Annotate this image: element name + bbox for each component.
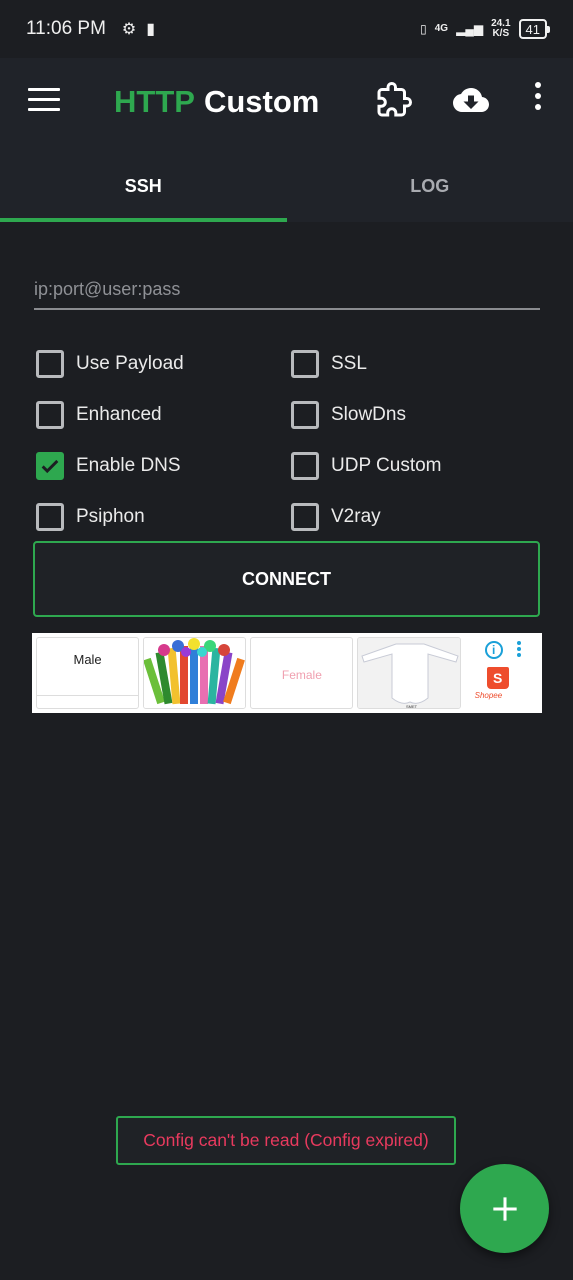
option-slowdns[interactable]: SlowDns — [291, 389, 546, 440]
add-config-fab[interactable] — [460, 1164, 549, 1253]
tab-ssh[interactable]: SSH — [0, 150, 287, 222]
signal-icon: ▂▄▆ — [456, 22, 484, 36]
ssh-input[interactable] — [34, 272, 540, 306]
tab-bar: SSH LOG — [0, 150, 573, 222]
ad-more-icon[interactable] — [516, 641, 521, 659]
option-use-payload[interactable]: Use Payload — [36, 338, 291, 389]
ad-shopee-logo[interactable]: i S Shopee — [465, 637, 538, 709]
shopee-bag-icon: S — [486, 667, 509, 689]
checkmark-icon — [41, 459, 59, 473]
plus-icon — [492, 1196, 517, 1221]
checkbox-slowdns[interactable] — [291, 400, 319, 429]
ad-item-markers[interactable] — [143, 637, 247, 709]
ad-item-bodysuit[interactable]: SMET — [357, 637, 461, 709]
checkbox-psiphon[interactable] — [36, 502, 64, 531]
option-enhanced[interactable]: Enhanced — [36, 389, 291, 440]
option-udp-custom[interactable]: UDP Custom — [291, 440, 546, 491]
checkbox-enable-dns[interactable] — [36, 451, 64, 480]
ad-info-icon[interactable]: i — [484, 641, 503, 659]
checkbox-use-payload[interactable] — [36, 349, 64, 378]
more-vert-icon[interactable] — [530, 82, 546, 122]
tab-log[interactable]: LOG — [287, 150, 573, 222]
puzzle-icon[interactable] — [376, 81, 413, 118]
options-grid: Use Payload SSL Enhanced SlowDns Enable … — [36, 338, 546, 542]
status-time: 11:06 PM — [26, 18, 106, 39]
option-v2ray[interactable]: V2ray — [291, 491, 546, 542]
svg-text:SMET: SMET — [406, 704, 418, 709]
ad-item-male[interactable]: Male — [36, 637, 140, 709]
battery-indicator: 41 — [518, 19, 551, 39]
ad-item-female[interactable]: Female — [250, 637, 354, 709]
flashlight-icon: ▮ — [146, 21, 156, 38]
app-title: HTTP Custom — [114, 84, 320, 119]
checkbox-v2ray[interactable] — [291, 502, 319, 531]
option-ssl[interactable]: SSL — [291, 338, 546, 389]
option-psiphon[interactable]: Psiphon — [36, 491, 291, 542]
app-bar: HTTP Custom — [0, 58, 573, 150]
connect-button[interactable]: CONNECT — [33, 541, 540, 617]
option-enable-dns[interactable]: Enable DNS — [36, 440, 291, 491]
network-type: 4G — [434, 23, 449, 34]
status-bar: 11:06 PM ⚙ ▮ ▯ 4G ▂▄▆ 24.1 K/S 41 — [0, 0, 573, 58]
checkbox-enhanced[interactable] — [36, 400, 64, 429]
checkbox-udp-custom[interactable] — [291, 451, 319, 480]
settings-gear-icon: ⚙ — [121, 21, 137, 38]
ad-banner[interactable]: Male Female SMET i S Shopee — [32, 633, 542, 713]
vibrate-icon: ▯ — [420, 22, 427, 36]
status-toast: Config can't be read (Config expired) — [116, 1116, 456, 1165]
ssh-input-container — [34, 272, 540, 310]
cloud-download-icon[interactable] — [451, 82, 491, 118]
checkbox-ssl[interactable] — [291, 349, 319, 378]
menu-icon[interactable] — [28, 88, 60, 112]
network-speed: 24.1 K/S — [491, 18, 511, 39]
